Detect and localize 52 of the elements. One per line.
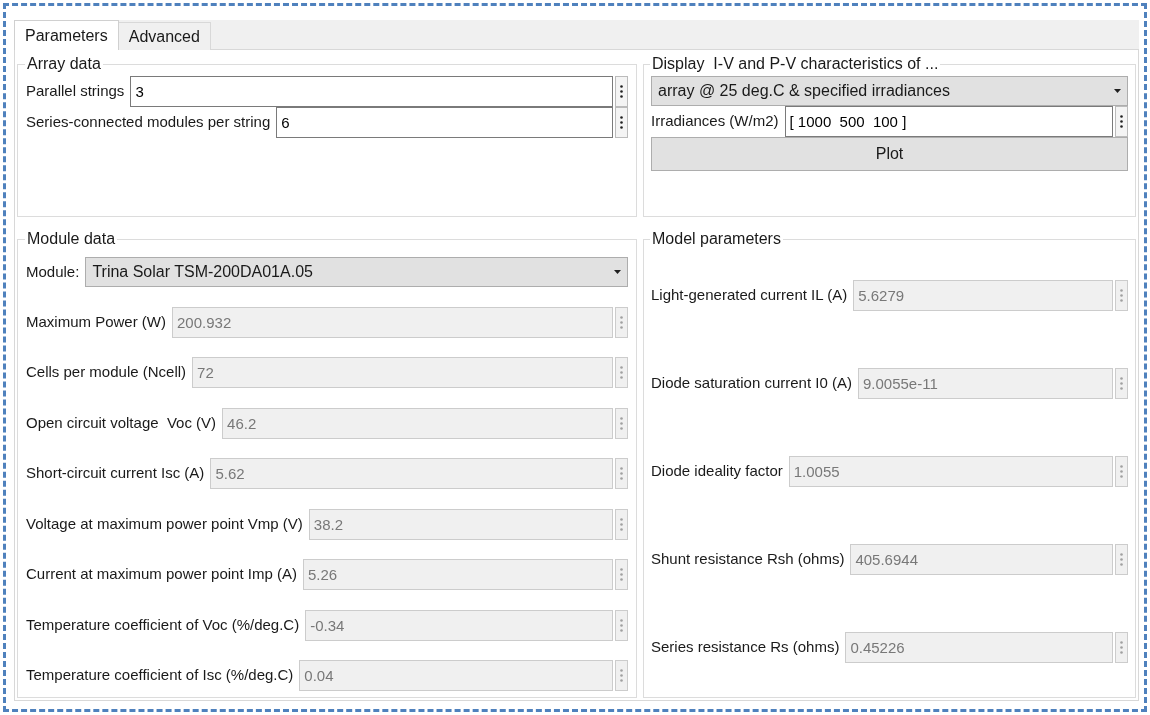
field-label: Series resistance Rs (ohms) [651,636,840,657]
dots-icon [620,517,623,531]
field-label: Irradiances (W/m2) [651,111,779,132]
caret-icon [614,270,621,274]
dots-icon [1120,376,1123,390]
group-title: Display I-V and P-V characteristics of ... [651,54,940,74]
options-button[interactable] [1115,106,1128,137]
field-label: Shunt resistance Rsh (ohms) [651,548,845,569]
field-label: Open circuit voltage Voc (V) [26,412,217,433]
field-label: Voltage at maximum power point Vmp (V) [26,513,303,534]
tab[interactable]: Advanced [118,22,211,50]
field-label: Parallel strings [26,81,125,102]
field-label: Cells per module (Ncell) [26,362,187,383]
dots-icon [620,315,623,329]
field-label: Maximum Power (W) [26,311,166,332]
dots-icon [1120,464,1123,478]
dropdown[interactable]: array @ 25 deg.C & specified irradiances [651,76,1128,106]
field-label: Current at maximum power point Imp (A) [26,564,297,585]
group-title: Model parameters [651,229,782,249]
dots-icon [620,618,623,632]
dots-icon [620,366,623,379]
field-label: Temperature coefficient of Isc (%/deg.C) [26,665,294,686]
dots-icon [620,416,623,430]
options-button[interactable] [615,107,628,138]
dropdown[interactable]: Trina Solar TSM-200DA01A.05 [85,257,628,287]
dots-icon [620,669,623,682]
dots-icon [1120,115,1123,128]
dots-icon [1120,288,1123,302]
field-label: Module: [26,261,80,282]
caret-icon [1114,89,1121,93]
dots-icon [1120,640,1123,654]
field-label: Series-connected modules per string [26,112,271,133]
options-button[interactable] [615,76,628,107]
field-label: Temperature coefficient of Voc (%/deg.C) [26,614,300,635]
plot-button[interactable]: Plot [651,137,1128,171]
dots-icon [1120,552,1123,566]
dots-icon [620,568,623,581]
dropdown-value: array @ 25 deg.C & specified irradiances [658,81,950,101]
field-label: Diode ideality factor [651,460,783,481]
dots-icon [620,85,623,98]
field-label: Diode saturation current I0 (A) [651,372,852,393]
field-label: Short-circuit current Isc (A) [26,463,205,484]
field-label: Light-generated current IL (A) [651,284,848,305]
input-field[interactable]: [ 1000 500 100 ] [784,106,1113,137]
group-title: Module data [26,229,117,249]
input-field[interactable]: 6 [276,107,613,138]
input-field[interactable]: 3 [130,76,613,107]
dropdown-value: Trina Solar TSM-200DA01A.05 [92,262,313,282]
tab[interactable]: Parameters [14,20,119,51]
dots-icon [620,467,623,480]
dots-icon [620,116,623,129]
group-title: Array data [26,54,102,74]
